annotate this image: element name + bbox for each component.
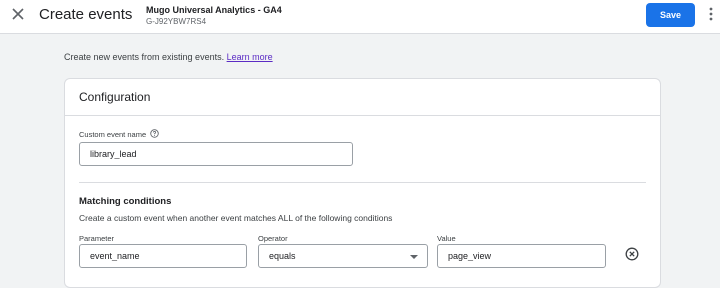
intro-description: Create new events from existing events. [64, 52, 225, 62]
learn-more-link[interactable]: Learn more [227, 52, 273, 62]
custom-event-name-label: Custom event name [79, 129, 159, 141]
card-title: Configuration [79, 90, 151, 104]
help-icon[interactable] [150, 129, 159, 141]
parameter-label: Parameter [79, 234, 115, 243]
remove-condition-button[interactable] [624, 247, 640, 266]
operator-label: Operator [258, 234, 288, 243]
parameter-input[interactable] [79, 244, 247, 268]
operator-selected-value: equals [269, 251, 296, 261]
property-name: Mugo Universal Analytics - GA4 [146, 5, 282, 15]
custom-event-name-label-text: Custom event name [79, 130, 147, 139]
top-app-bar: Create events Mugo Universal Analytics -… [0, 0, 720, 34]
value-label: Value [437, 234, 456, 243]
close-button[interactable] [8, 6, 28, 26]
more-vert-icon [709, 7, 713, 26]
page-title: Create events [39, 6, 133, 23]
value-input[interactable] [437, 244, 606, 268]
matching-conditions-description: Create a custom event when another event… [79, 213, 393, 223]
matching-conditions-title: Matching conditions [79, 196, 172, 207]
arrow-drop-down-icon [410, 255, 418, 259]
close-icon [12, 7, 24, 25]
section-divider [79, 182, 646, 183]
remove-circle-icon [625, 247, 639, 266]
intro-text: Create new events from existing events. … [64, 51, 273, 63]
card-header: Configuration [65, 79, 660, 116]
property-id: G-J92YBW7RS4 [146, 17, 207, 26]
operator-select[interactable]: equals [258, 244, 428, 268]
more-options-button[interactable] [705, 7, 717, 25]
configuration-card: Configuration Custom event name Matching… [64, 78, 661, 288]
custom-event-name-input[interactable] [79, 142, 353, 166]
save-button[interactable]: Save [646, 3, 695, 27]
